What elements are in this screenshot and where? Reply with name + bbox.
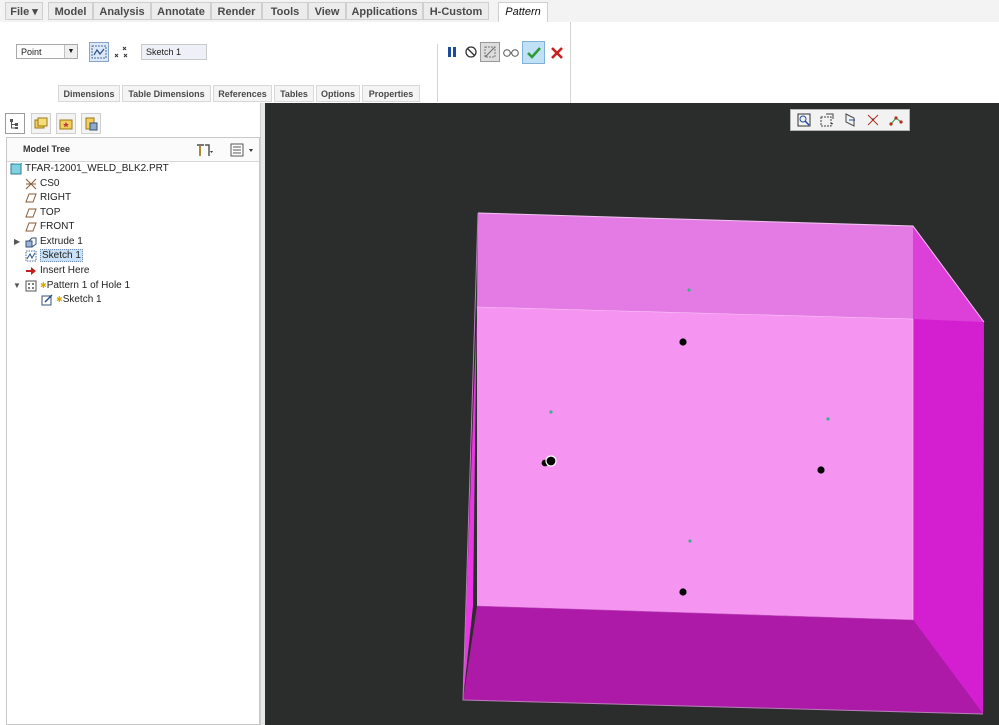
pattern-type-value: Point [21,47,42,57]
sketch-name-field[interactable]: Sketch 1 [141,44,207,60]
pattern-member-point [817,466,825,474]
tree-item-label: Sketch 1 [40,249,83,262]
no-preview-icon[interactable] [461,42,481,62]
tree-item-label: Pattern 1 of Hole 1 [46,280,131,291]
tab-analysis[interactable]: Analysis [93,2,151,20]
tree-item-pattern-sketch-1[interactable]: ✱Sketch 1 [41,293,102,307]
sketch-point [826,417,830,421]
tree-item-label: Extrude 1 [40,236,83,247]
tree-item-label: FRONT [40,221,75,232]
tree-item-sketch-1[interactable]: Sketch 1 [25,249,83,263]
tab-file[interactable]: File ▾ [5,2,43,20]
tree-item-pattern-1[interactable]: ✱Pattern 1 of Hole 1 [25,279,130,293]
tab-annotate[interactable]: Annotate [151,2,211,20]
datum-plane-icon [25,221,37,233]
pattern-member-point [679,588,687,596]
new-feature-star-icon: ✱ [40,281,47,290]
ribbon-tab-bar: File ▾ Model Analysis Annotate Render To… [0,0,999,23]
sketch-point [688,539,692,543]
subtab-dimensions[interactable]: Dimensions [58,85,120,102]
new-feature-star-icon: ✱ [56,295,63,304]
collapse-arrow-icon[interactable]: ▼ [13,281,21,290]
tree-settings-icon[interactable] [195,142,215,161]
dashboard-divider [437,44,438,102]
tab-h-custom[interactable]: H-Custom [423,2,489,20]
sketch-point [687,288,691,292]
pattern-icon [25,280,37,292]
graphics-viewport[interactable] [265,103,999,725]
show-menu-icon[interactable] [229,142,255,161]
subtab-table-dimensions[interactable]: Table Dimensions [122,85,211,102]
pattern-type-select[interactable]: Point ▼ [16,44,78,59]
pattern-member-point [679,338,687,346]
pattern-dashboard: Point ▼ Sketch 1 Dimensions Table Dimens… [0,22,999,104]
subtab-properties[interactable]: Properties [362,85,420,102]
subtab-tables[interactable]: Tables [274,85,314,102]
tree-item-part[interactable]: TFAR-12001_WELD_BLK2.PRT [10,162,169,176]
tree-item-top[interactable]: TOP [25,206,60,220]
tree-item-label: TOP [40,207,61,218]
part-bottom-face [463,606,983,714]
tree-item-cs0[interactable]: CS0 [25,177,59,191]
csys-icon [25,178,37,190]
sketch-point [549,410,553,414]
datum-plane-icon [25,192,37,204]
sketch-edit-icon [41,294,53,306]
cancel-x-icon[interactable] [547,43,567,63]
tree-item-insert-here[interactable]: Insert Here [25,264,89,278]
favorites-icon[interactable] [56,113,76,134]
glasses-icon[interactable] [501,42,521,62]
sketch-icon[interactable] [89,42,109,62]
dashboard-divider-right [570,22,571,103]
datum-plane-icon [25,207,37,219]
sketch-icon [25,250,37,262]
tab-model[interactable]: Model [48,2,93,20]
model-tree-title: Model Tree [23,144,71,154]
tree-item-front[interactable]: FRONT [25,220,74,234]
tree-item-label: RIGHT [40,192,72,203]
verify-icon[interactable] [480,42,500,62]
chevron-down-icon: ▼ [64,45,77,58]
layers-icon[interactable] [81,113,101,134]
tree-item-label: Insert Here [40,265,90,276]
pattern-lead-point [545,455,557,467]
insert-arrow-icon [25,265,37,277]
expand-arrow-icon[interactable]: ▶ [14,237,20,246]
points-icon[interactable] [111,42,131,62]
subtab-references[interactable]: References [213,85,272,102]
tab-view[interactable]: View [308,2,346,20]
part-icon [10,162,23,175]
tree-item-right[interactable]: RIGHT [25,191,71,205]
tree-item-extrude-1[interactable]: Extrude 1 [25,235,83,249]
part-top-face [477,213,984,322]
folder-browser-icon[interactable] [31,113,51,134]
subtab-options[interactable]: Options [316,85,360,102]
tree-item-label: TFAR-12001_WELD_BLK2.PRT [25,163,169,174]
tab-tools[interactable]: Tools [262,2,308,20]
model-tree-header: Model Tree [7,138,259,162]
tree-item-label: CS0 [40,178,60,189]
model-part-graphic[interactable] [265,103,999,725]
tab-render[interactable]: Render [211,2,262,20]
tab-pattern[interactable]: Pattern [498,2,548,23]
model-tree-tab-icon[interactable] [5,113,25,134]
model-tree: Model Tree TFAR-12001_WELD_BLK2.PRT CS0 … [6,137,260,725]
ok-checkmark-icon[interactable] [522,41,545,64]
tab-applications[interactable]: Applications [346,2,423,20]
extrude-icon [25,236,37,248]
tree-item-label: Sketch 1 [62,294,102,305]
pause-icon[interactable] [442,42,462,62]
